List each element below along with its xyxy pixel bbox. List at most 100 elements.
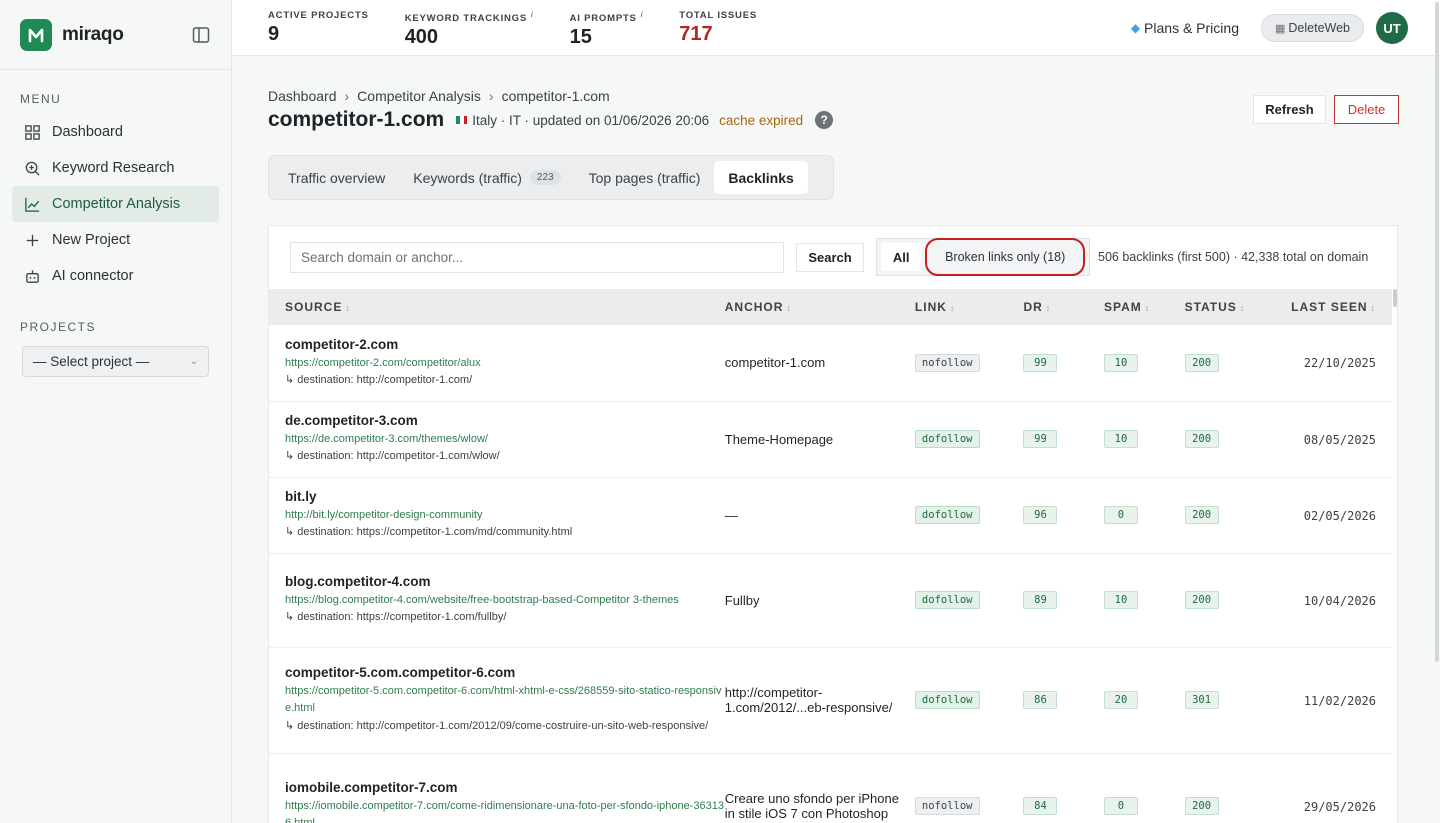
- filter-all-button[interactable]: All: [881, 243, 922, 271]
- stat-value: 717: [679, 23, 713, 45]
- last-seen-date: 02/05/2026: [1303, 508, 1376, 523]
- menu-label: MENU: [20, 92, 62, 106]
- dr-badge: 99: [1023, 353, 1058, 372]
- sidebar-item-label: New Project: [52, 232, 131, 248]
- top-bar: ACTIVE PROJECTS 9 KEYWORD TRACKINGS i 400…: [232, 0, 1440, 56]
- anchor-text: Creare uno sfondo per iPhone in stile iO…: [724, 791, 899, 821]
- link-type-badge: nofollow: [914, 797, 980, 815]
- spam-badge: 20: [1103, 691, 1138, 709]
- tab-traffic-overview[interactable]: Traffic overview: [274, 161, 399, 194]
- breadcrumb: Dashboard › Competitor Analysis › compet…: [268, 88, 610, 104]
- tab-top-pages-traffic[interactable]: Top pages (traffic): [575, 161, 715, 194]
- sidebar: miraqo MENU Dashboard Keyword Research C…: [0, 0, 232, 823]
- tab-keywords-traffic[interactable]: Keywords (traffic) 223: [399, 161, 574, 194]
- source-url[interactable]: https://competitor-2.com/competitor/alux: [285, 355, 725, 372]
- sort-icon: ↕: [1239, 303, 1246, 313]
- stat-active-projects: ACTIVE PROJECTS 9: [232, 0, 369, 46]
- anchor-text: http://competitor-1.com/2012/...eb-respo…: [724, 685, 893, 715]
- column-header-dr[interactable]: DR ↕: [1023, 289, 1104, 325]
- column-header-last-seen[interactable]: LAST SEEN ↕: [1291, 289, 1392, 325]
- stat-label: TOTAL ISSUES: [679, 10, 757, 21]
- filter-broken-links-button[interactable]: Broken links only (18): [925, 238, 1085, 276]
- status-badge: 200: [1184, 591, 1219, 609]
- spam-badge: 10: [1103, 353, 1138, 372]
- help-icon[interactable]: ?: [815, 111, 834, 129]
- sort-icon: ↕: [1144, 303, 1151, 313]
- stat-label: AI PROMPTS: [569, 13, 637, 25]
- sidebar-item-new-project[interactable]: New Project: [12, 222, 219, 258]
- stat-value: 400: [404, 26, 439, 49]
- tabs: Traffic overview Keywords (traffic) 223 T…: [268, 155, 834, 200]
- sidebar-item-ai-connector[interactable]: AI connector: [12, 258, 219, 294]
- backlinks-table: SOURCE ↕ ANCHOR ↕ LINK ↕ DR ↕ SPAM ↕ STATUS ↕ …: [269, 289, 1392, 823]
- source-domain: bit.ly: [285, 488, 317, 504]
- tab-backlinks[interactable]: Backlinks: [714, 161, 808, 194]
- spam-badge: 0: [1103, 506, 1138, 524]
- chevron-right-icon: ›: [344, 88, 350, 104]
- source-url[interactable]: https://iomobile.competitor-7.com/come-r…: [285, 798, 725, 823]
- sidebar-item-keyword-research[interactable]: Keyword Research: [12, 150, 219, 186]
- source-url[interactable]: https://blog.competitor-4.com/website/fr…: [285, 592, 725, 609]
- table-row: competitor-2.com https://competitor-2.com…: [269, 325, 1392, 401]
- projects-label: PROJECTS: [20, 320, 97, 334]
- source-url[interactable]: http://bit.ly/competitor-design-communit…: [285, 507, 725, 524]
- workspace-switcher[interactable]: ▦ DeleteWeb: [1260, 14, 1364, 42]
- scrollbar-thumb[interactable]: [1435, 2, 1439, 662]
- spam-badge: 0: [1103, 797, 1138, 815]
- meta-text: Italy · IT · updated on 01/06/2026 20:06: [472, 112, 710, 128]
- plans-pricing-link[interactable]: ◆ Plans & Pricing: [1131, 20, 1239, 36]
- magnifier-plus-icon: [25, 161, 40, 176]
- source-url[interactable]: https://competitor-5.com.competitor-6.co…: [285, 683, 725, 717]
- column-header-link[interactable]: LINK ↕: [915, 289, 1024, 325]
- sidebar-item-dashboard[interactable]: Dashboard: [12, 114, 219, 150]
- link-type-badge: dofollow: [914, 691, 980, 709]
- source-url[interactable]: https://de.competitor-3.com/themes/wlow/: [285, 431, 725, 448]
- sidebar-toggle-icon[interactable]: [191, 25, 211, 45]
- stat-label: KEYWORD TRACKINGS: [404, 13, 528, 25]
- sidebar-item-label: Dashboard: [52, 124, 123, 140]
- sidebar-item-label: Keyword Research: [52, 160, 175, 176]
- destination-url: ↳ destination: https://competitor-1.com/…: [285, 526, 573, 538]
- search-button[interactable]: Search: [796, 243, 864, 272]
- table-scrollbar[interactable]: [1393, 289, 1397, 307]
- title-row: competitor-1.com Italy · IT · updated on…: [268, 108, 834, 132]
- top-right-actions: ◆ Plans & Pricing ▦ DeleteWeb UT: [1131, 0, 1440, 56]
- dr-badge: 99: [1023, 430, 1058, 448]
- italy-flag-icon: [456, 116, 468, 124]
- diamond-icon: ◆: [1130, 21, 1141, 35]
- cache-status: cache expired: [719, 112, 804, 128]
- project-select[interactable]: — Select project — ⌄: [22, 346, 209, 377]
- sidebar-item-label: Competitor Analysis: [52, 196, 181, 212]
- destination-url: ↳ destination: http://competitor-1.com/w…: [285, 450, 500, 462]
- source-domain: iomobile.competitor-7.com: [285, 779, 458, 795]
- tab-label: Traffic overview: [288, 169, 386, 186]
- avatar[interactable]: UT: [1376, 12, 1408, 44]
- table-row: competitor-5.com.competitor-6.com https:/…: [269, 647, 1392, 753]
- building-icon: ▦: [1274, 22, 1286, 35]
- tab-label: Keywords (traffic): [413, 169, 522, 186]
- link-type-badge: nofollow: [914, 353, 980, 372]
- column-header-source[interactable]: SOURCE ↕: [269, 289, 725, 325]
- stat-label: ACTIVE PROJECTS: [268, 10, 369, 21]
- breadcrumb-competitor-analysis[interactable]: Competitor Analysis: [357, 88, 481, 104]
- column-header-spam[interactable]: SPAM ↕: [1104, 289, 1185, 325]
- column-header-status[interactable]: STATUS ↕: [1185, 289, 1292, 325]
- stat-keyword-trackings: KEYWORD TRACKINGS i 400: [369, 0, 534, 49]
- link-type-badge: dofollow: [914, 506, 980, 524]
- status-badge: 200: [1184, 506, 1219, 524]
- search-input[interactable]: [290, 242, 784, 273]
- column-header-anchor[interactable]: ANCHOR ↕: [725, 289, 915, 325]
- dr-badge: 86: [1023, 691, 1058, 709]
- chevron-down-icon: ⌄: [189, 356, 198, 367]
- logo-icon[interactable]: [20, 18, 52, 51]
- page-scrollbar[interactable]: [1434, 0, 1440, 823]
- table-row: de.competitor-3.com https://de.competitor…: [269, 401, 1392, 477]
- delete-button[interactable]: Delete: [1334, 95, 1399, 124]
- sort-icon: ↕: [1045, 303, 1052, 313]
- breadcrumb-dashboard[interactable]: Dashboard: [268, 88, 337, 104]
- refresh-button[interactable]: Refresh: [1253, 95, 1326, 124]
- anchor-text: Fullby: [724, 592, 760, 608]
- sort-icon: ↕: [786, 303, 792, 313]
- plans-label: Plans & Pricing: [1144, 20, 1239, 36]
- sidebar-item-competitor-analysis[interactable]: Competitor Analysis: [12, 186, 219, 222]
